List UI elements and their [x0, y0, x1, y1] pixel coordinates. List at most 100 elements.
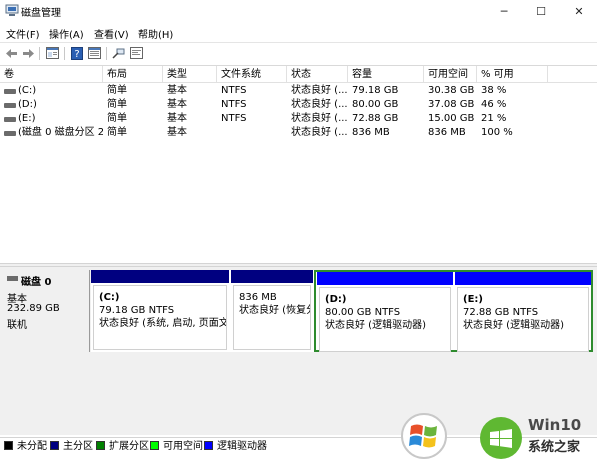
logical-drive-bar — [317, 272, 453, 285]
partition-status: 状态良好 (系统, 启动, 页面文件 — [99, 318, 227, 329]
legend-label: 未分配 — [17, 441, 47, 452]
column-header-filesystem[interactable]: 文件系统 — [217, 66, 287, 83]
table-row[interactable]: (E:) 简单 基本 NTFS 状态良好 (... 72.88 GB 15.00… — [0, 112, 597, 126]
disk-name: 磁盘 0 — [21, 277, 52, 288]
column-header-status[interactable]: 状态 — [287, 66, 348, 83]
partition-c[interactable]: (C:) 79.18 GB NTFS 状态良好 (系统, 启动, 页面文件 — [91, 270, 229, 352]
volume-percent-free: 46 % — [481, 99, 507, 110]
volume-status: 状态良好 (... — [291, 99, 348, 110]
menu-view[interactable]: 查看(V) — [94, 26, 129, 41]
volume-capacity: 836 MB — [352, 127, 390, 138]
volume-list: 卷 布局 类型 文件系统 状态 容量 可用空间 % 可用 (C:) 简单 基本 … — [0, 65, 597, 255]
legend-swatch — [50, 441, 59, 450]
volume-name: (磁盘 0 磁盘分区 2) — [18, 127, 103, 138]
column-header-free-space[interactable]: 可用空间 — [424, 66, 477, 83]
toolbar: ? — [0, 42, 597, 64]
legend-item-free-space: 可用空间 — [150, 441, 203, 452]
partition-recovery[interactable]: 836 MB 状态良好 (恢复分 — [231, 270, 313, 352]
partition-d[interactable]: (D:) 80.00 GB NTFS 状态良好 (逻辑驱动器) — [317, 272, 453, 354]
volume-free-space: 836 MB — [428, 127, 466, 138]
volume-layout: 简单 — [107, 85, 127, 96]
legend-label: 可用空间 — [163, 441, 203, 452]
column-header-percent-free[interactable]: % 可用 — [477, 66, 548, 83]
disk-management-icon — [5, 4, 19, 16]
volume-type: 基本 — [167, 127, 187, 138]
menu-file[interactable]: 文件(F) — [6, 26, 40, 41]
legend-swatch — [96, 441, 105, 450]
watermark-subtitle: 系统之家 — [528, 440, 581, 455]
volume-capacity: 79.18 GB — [352, 85, 399, 96]
table-row[interactable]: (D:) 简单 基本 NTFS 状态良好 (... 80.00 GB 37.08… — [0, 98, 597, 112]
win10-logo-icon — [480, 417, 522, 459]
maximize-button[interactable]: ☐ — [523, 0, 559, 22]
help-button[interactable]: ? — [68, 45, 85, 61]
disk-icon — [7, 276, 18, 281]
column-header-type[interactable]: 类型 — [163, 66, 217, 83]
volume-type: 基本 — [167, 85, 187, 96]
volume-percent-free: 21 % — [481, 113, 507, 124]
minimize-icon: ─ — [500, 4, 508, 18]
volume-list-header: 卷 布局 类型 文件系统 状态 容量 可用空间 % 可用 — [0, 66, 597, 83]
column-header-capacity[interactable]: 容量 — [348, 66, 424, 83]
table-row[interactable]: (C:) 简单 基本 NTFS 状态良好 (... 79.18 GB 30.38… — [0, 84, 597, 98]
column-header-layout[interactable]: 布局 — [103, 66, 163, 83]
volume-free-space: 15.00 GB — [428, 113, 475, 124]
menu-action[interactable]: 操作(A) — [49, 26, 84, 41]
partition-e[interactable]: (E:) 72.88 GB NTFS 状态良好 (逻辑驱动器) — [455, 272, 591, 354]
partition-size: 836 MB — [239, 292, 277, 303]
legend-label: 扩展分区 — [109, 441, 149, 452]
menu-bar: 文件(F) 操作(A) 查看(V) 帮助(H) — [0, 22, 597, 42]
volume-name: (E:) — [18, 113, 36, 124]
window-title: 磁盘管理 — [21, 8, 61, 19]
console-button[interactable] — [128, 45, 145, 61]
volume-layout: 简单 — [107, 127, 127, 138]
volume-name: (D:) — [18, 99, 37, 110]
back-button[interactable] — [3, 45, 20, 61]
maximize-icon: ☐ — [536, 4, 546, 18]
svg-text:?: ? — [74, 49, 79, 60]
menu-help[interactable]: 帮助(H) — [138, 26, 173, 41]
partition-status: 状态良好 (逻辑驱动器) — [325, 320, 426, 331]
toolbar-separator — [39, 47, 40, 60]
volume-capacity: 72.88 GB — [352, 113, 399, 124]
partition-size: 80.00 GB NTFS — [325, 307, 401, 318]
partition-details: 836 MB 状态良好 (恢复分 — [233, 285, 311, 350]
back-icon — [6, 48, 17, 58]
logical-drive-bar — [455, 272, 591, 285]
legend-swatch — [204, 441, 213, 450]
connect-button[interactable] — [110, 45, 127, 61]
refresh-icon — [88, 47, 101, 59]
table-row[interactable]: (磁盘 0 磁盘分区 2) 简单 基本 状态良好 (... 836 MB 836… — [0, 126, 597, 140]
partition-details: (E:) 72.88 GB NTFS 状态良好 (逻辑驱动器) — [457, 287, 589, 352]
volume-name: (C:) — [18, 85, 37, 96]
legend-item-logical: 逻辑驱动器 — [204, 441, 267, 452]
title-bar: 磁盘管理 ─ ☐ ✕ — [0, 0, 597, 22]
column-header-volume[interactable]: 卷 — [0, 66, 103, 83]
connect-icon — [112, 48, 125, 59]
legend-label: 逻辑驱动器 — [217, 441, 267, 452]
partition-size: 72.88 GB NTFS — [463, 307, 539, 318]
properties-button[interactable] — [44, 45, 61, 61]
primary-partition-bar — [91, 270, 229, 283]
close-icon: ✕ — [574, 4, 584, 18]
watermark: Win10 系统之家 — [400, 410, 597, 463]
partition-status: 状态良好 (恢复分 — [239, 305, 311, 316]
partition-status: 状态良好 (逻辑驱动器) — [463, 320, 564, 331]
minimize-button[interactable]: ─ — [486, 0, 522, 22]
volume-layout: 简单 — [107, 99, 127, 110]
close-button[interactable]: ✕ — [561, 0, 597, 22]
volume-filesystem: NTFS — [221, 85, 247, 96]
properties-icon — [46, 47, 59, 59]
legend-item-unallocated: 未分配 — [4, 441, 47, 452]
disk-info-panel[interactable]: 磁盘 0 基本 232.89 GB 联机 — [2, 270, 90, 352]
help-icon: ? — [70, 46, 83, 60]
partition-strip: (C:) 79.18 GB NTFS 状态良好 (系统, 启动, 页面文件 83… — [91, 270, 593, 352]
watermark-brand: Win10 — [528, 416, 582, 434]
refresh-button[interactable] — [86, 45, 103, 61]
partition-details: (D:) 80.00 GB NTFS 状态良好 (逻辑驱动器) — [319, 287, 451, 352]
legend-item-primary: 主分区 — [50, 441, 93, 452]
extended-partition[interactable]: (D:) 80.00 GB NTFS 状态良好 (逻辑驱动器) (E:) 72.… — [314, 270, 593, 352]
volume-status: 状态良好 (... — [291, 85, 348, 96]
volume-layout: 简单 — [107, 113, 127, 124]
forward-button[interactable] — [20, 45, 37, 61]
